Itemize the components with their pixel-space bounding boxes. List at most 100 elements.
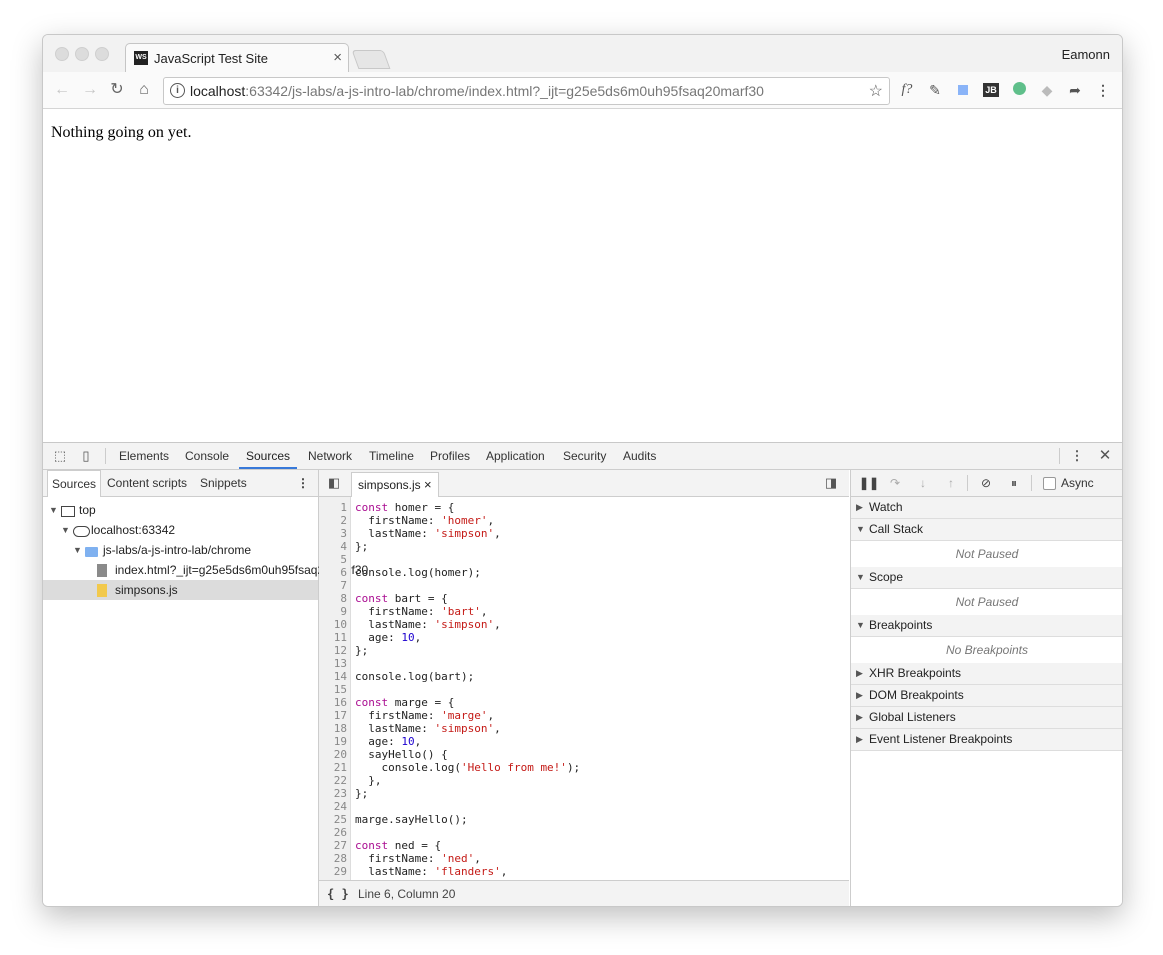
- section-xhr-breakpoints[interactable]: ▶ XHR Breakpoints: [851, 663, 1122, 685]
- collapse-triangle-icon[interactable]: ▼: [856, 567, 865, 588]
- code-line[interactable]: 17 firstName: 'marge',: [319, 709, 849, 722]
- expand-triangle-icon[interactable]: ▼: [73, 540, 82, 560]
- eyedropper-extension-icon[interactable]: [953, 80, 973, 100]
- code-line[interactable]: 18 lastName: 'simpson',: [319, 722, 849, 735]
- section-event-listener-breakpoints[interactable]: ▶ Event Listener Breakpoints: [851, 729, 1122, 751]
- info-icon[interactable]: i: [170, 83, 185, 98]
- line-number[interactable]: 12: [319, 644, 347, 657]
- green-dot-extension-icon[interactable]: [1009, 80, 1029, 100]
- code-line[interactable]: 12};: [319, 644, 849, 657]
- step-into-icon[interactable]: ↓: [915, 475, 931, 491]
- code-line[interactable]: 7: [319, 579, 849, 592]
- devtools-menu-icon[interactable]: ⋮: [1069, 448, 1085, 464]
- code-line[interactable]: 3 lastName: 'simpson',: [319, 527, 849, 540]
- tab-sources[interactable]: Sources: [239, 443, 298, 469]
- expand-triangle-icon[interactable]: ▶: [856, 707, 863, 728]
- code-line[interactable]: 20 sayHello() {: [319, 748, 849, 761]
- home-icon[interactable]: ⌂: [133, 79, 155, 101]
- tab-audits[interactable]: Audits: [623, 443, 656, 469]
- tab-snippets[interactable]: Snippets: [200, 470, 247, 496]
- code-line[interactable]: 10 lastName: 'simpson',: [319, 618, 849, 631]
- tab-application[interactable]: Application: [486, 443, 545, 469]
- code-line[interactable]: 26: [319, 826, 849, 839]
- line-number[interactable]: 28: [319, 852, 347, 865]
- menu-kebab-icon[interactable]: ⋮: [1093, 80, 1113, 100]
- reload-icon[interactable]: ↻: [106, 79, 128, 101]
- device-toolbar-icon[interactable]: ▯: [78, 448, 94, 464]
- step-over-icon[interactable]: ↷: [887, 475, 903, 491]
- code-line[interactable]: 24: [319, 800, 849, 813]
- tab-close-icon[interactable]: ×: [333, 49, 342, 66]
- tab-elements[interactable]: Elements: [119, 443, 169, 469]
- code-line[interactable]: 1 const homer = {: [319, 501, 849, 514]
- line-number[interactable]: 6: [319, 566, 347, 579]
- bookmark-star-icon[interactable]: ☆: [869, 81, 883, 101]
- browser-tab[interactable]: WS JavaScript Test Site ×: [125, 43, 349, 74]
- code-line[interactable]: 8 const bart = {: [319, 592, 849, 605]
- new-tab-button[interactable]: [351, 50, 391, 69]
- pause-on-exceptions-icon[interactable]: ⏸: [1006, 475, 1022, 491]
- forward-arrow-icon[interactable]: →: [79, 79, 101, 101]
- section-global-listeners[interactable]: ▶ Global Listeners: [851, 707, 1122, 729]
- fx-extension-icon[interactable]: f?: [897, 80, 917, 100]
- line-number[interactable]: 19: [319, 735, 347, 748]
- code-line[interactable]: 4};: [319, 540, 849, 553]
- line-number[interactable]: 17: [319, 709, 347, 722]
- section-call-stack[interactable]: ▼ Call Stack: [851, 519, 1122, 541]
- line-number[interactable]: 10: [319, 618, 347, 631]
- section-watch[interactable]: ▶ Watch: [851, 497, 1122, 519]
- expand-triangle-icon[interactable]: ▶: [856, 663, 863, 684]
- navigator-menu-icon[interactable]: ⋮: [297, 470, 309, 496]
- line-number[interactable]: 5: [319, 553, 347, 566]
- line-number[interactable]: 23: [319, 787, 347, 800]
- deactivate-breakpoints-icon[interactable]: ⊘: [978, 475, 994, 491]
- tab-content-scripts[interactable]: Content scripts: [107, 470, 187, 496]
- expand-triangle-icon[interactable]: ▼: [61, 520, 70, 540]
- line-number[interactable]: 1: [319, 501, 347, 514]
- section-dom-breakpoints[interactable]: ▶ DOM Breakpoints: [851, 685, 1122, 707]
- line-number[interactable]: 11: [319, 631, 347, 644]
- tree-item-frame[interactable]: ▼ top: [43, 500, 318, 520]
- feather-extension-icon[interactable]: ✎: [925, 80, 945, 100]
- code-line[interactable]: 13: [319, 657, 849, 670]
- minimize-window-button[interactable]: [75, 47, 89, 61]
- close-devtools-icon[interactable]: ✕: [1097, 448, 1113, 464]
- tree-item-cloud[interactable]: ▼ localhost:63342: [43, 520, 318, 540]
- async-checkbox[interactable]: [1043, 477, 1056, 490]
- tree-item-folder[interactable]: ▼ js-labs/a-js-intro-lab/chrome: [43, 540, 318, 560]
- code-line[interactable]: 16 const marge = {: [319, 696, 849, 709]
- dropbox-extension-icon[interactable]: ◆: [1037, 80, 1057, 100]
- line-number[interactable]: 16: [319, 696, 347, 709]
- code-line[interactable]: 29 lastName: 'flanders',: [319, 865, 849, 878]
- code-line[interactable]: 23};: [319, 787, 849, 800]
- step-out-icon[interactable]: ↑: [943, 475, 959, 491]
- line-number[interactable]: 13: [319, 657, 347, 670]
- profile-name[interactable]: Eamonn: [1062, 47, 1110, 62]
- close-window-button[interactable]: [55, 47, 69, 61]
- code-line[interactable]: 5: [319, 553, 849, 566]
- tab-timeline[interactable]: Timeline: [369, 443, 414, 469]
- code-line[interactable]: 28 firstName: 'ned',: [319, 852, 849, 865]
- code-area[interactable]: 1 const homer = {2 firstName: 'homer', 3 l…: [319, 497, 849, 880]
- code-line[interactable]: 9 firstName: 'bart',: [319, 605, 849, 618]
- url-text[interactable]: localhost:63342/js-labs/a-js-intro-lab/c…: [190, 83, 764, 99]
- tab-network[interactable]: Network: [308, 443, 352, 469]
- tab-security[interactable]: Security: [563, 443, 606, 469]
- code-line[interactable]: 27 const ned = {: [319, 839, 849, 852]
- line-number[interactable]: 25: [319, 813, 347, 826]
- toggle-debugger-icon[interactable]: ◨: [823, 475, 839, 491]
- editor-tab-close-icon[interactable]: ×: [424, 477, 432, 492]
- line-number[interactable]: 24: [319, 800, 347, 813]
- line-number[interactable]: 20: [319, 748, 347, 761]
- tab-sources[interactable]: Sources: [47, 470, 102, 497]
- code-line[interactable]: 21 console.log('Hello from me!');: [319, 761, 849, 774]
- line-number[interactable]: 21: [319, 761, 347, 774]
- pause-icon[interactable]: ❚❚: [859, 475, 879, 491]
- code-line[interactable]: 2 firstName: 'homer',: [319, 514, 849, 527]
- line-number[interactable]: 3: [319, 527, 347, 540]
- back-arrow-icon[interactable]: ←: [51, 79, 73, 101]
- zoom-window-button[interactable]: [95, 47, 109, 61]
- section-breakpoints[interactable]: ▼ Breakpoints: [851, 615, 1122, 637]
- line-number[interactable]: 8: [319, 592, 347, 605]
- address-bar[interactable]: i localhost:63342/js-labs/a-js-intro-lab…: [163, 77, 890, 105]
